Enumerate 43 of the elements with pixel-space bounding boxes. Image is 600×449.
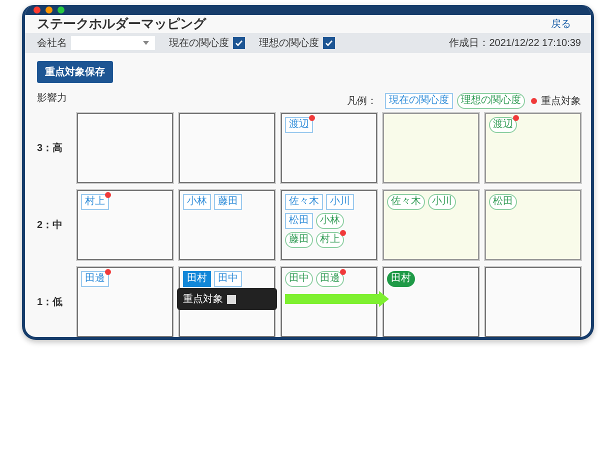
checkbox[interactable] xyxy=(227,294,236,304)
legend-label: 重点対象 xyxy=(541,94,581,108)
window-controls-icon[interactable] xyxy=(33,6,67,14)
created-date: 作成日：2021/12/22 17:10:39 xyxy=(449,36,581,50)
stakeholder-tag[interactable]: 村上 xyxy=(81,194,109,210)
toggle-label: 現在の関心度 xyxy=(169,36,229,50)
stakeholder-tag[interactable]: 渡辺 xyxy=(285,117,313,133)
stakeholder-tag[interactable]: 小川 xyxy=(326,194,354,210)
stakeholder-tag[interactable]: 藤田 xyxy=(285,232,313,248)
row-label: 1：低 xyxy=(37,296,64,309)
stakeholder-tag[interactable]: 小林 xyxy=(316,213,344,229)
stakeholder-tag[interactable]: 田中 xyxy=(285,271,313,287)
stakeholder-tag[interactable]: 村上 xyxy=(316,232,344,248)
stakeholder-tag[interactable]: 佐々木 xyxy=(387,194,425,210)
stakeholder-tag[interactable]: 藤田 xyxy=(214,194,242,210)
stakeholder-tag[interactable]: 小林 xyxy=(183,194,211,210)
axis-label: 影響力 xyxy=(37,92,67,105)
company-label: 会社名 xyxy=(37,36,67,50)
checkbox[interactable] xyxy=(323,37,335,50)
stakeholder-tag[interactable]: 松田 xyxy=(285,213,313,229)
focus-dot-icon xyxy=(531,98,537,104)
save-button[interactable]: 重点対象保存 xyxy=(37,61,113,83)
arrow-icon xyxy=(285,291,389,307)
legend-title: 凡例： xyxy=(347,95,377,108)
stakeholder-tag[interactable]: 渡辺 xyxy=(489,117,517,133)
legend-tag: 理想の関心度 xyxy=(457,93,525,109)
stakeholder-tag[interactable]: 田邊 xyxy=(316,271,344,287)
stakeholder-tag[interactable]: 松田 xyxy=(489,194,517,210)
back-link[interactable]: 戻る xyxy=(551,17,571,32)
checkbox[interactable] xyxy=(233,37,245,50)
row-label: 2：中 xyxy=(37,218,64,232)
caret-icon xyxy=(143,41,149,46)
page-title: ステークホルダーマッピング xyxy=(37,15,206,34)
stakeholder-tag[interactable]: 田邊 xyxy=(81,271,109,287)
toggle-label: 理想の関心度 xyxy=(259,36,319,50)
stakeholder-tag[interactable]: 小川 xyxy=(428,194,456,210)
stakeholder-tag[interactable]: 田村 xyxy=(183,271,211,287)
stakeholder-tag[interactable]: 佐々木 xyxy=(285,194,323,210)
stakeholder-tag[interactable]: 田村 xyxy=(387,271,415,287)
tooltip-label: 重点対象 xyxy=(183,292,223,306)
legend-tag: 現在の関心度 xyxy=(385,93,453,109)
stakeholder-tag[interactable]: 田中 xyxy=(214,271,242,287)
row-label: 3：高 xyxy=(37,141,64,155)
